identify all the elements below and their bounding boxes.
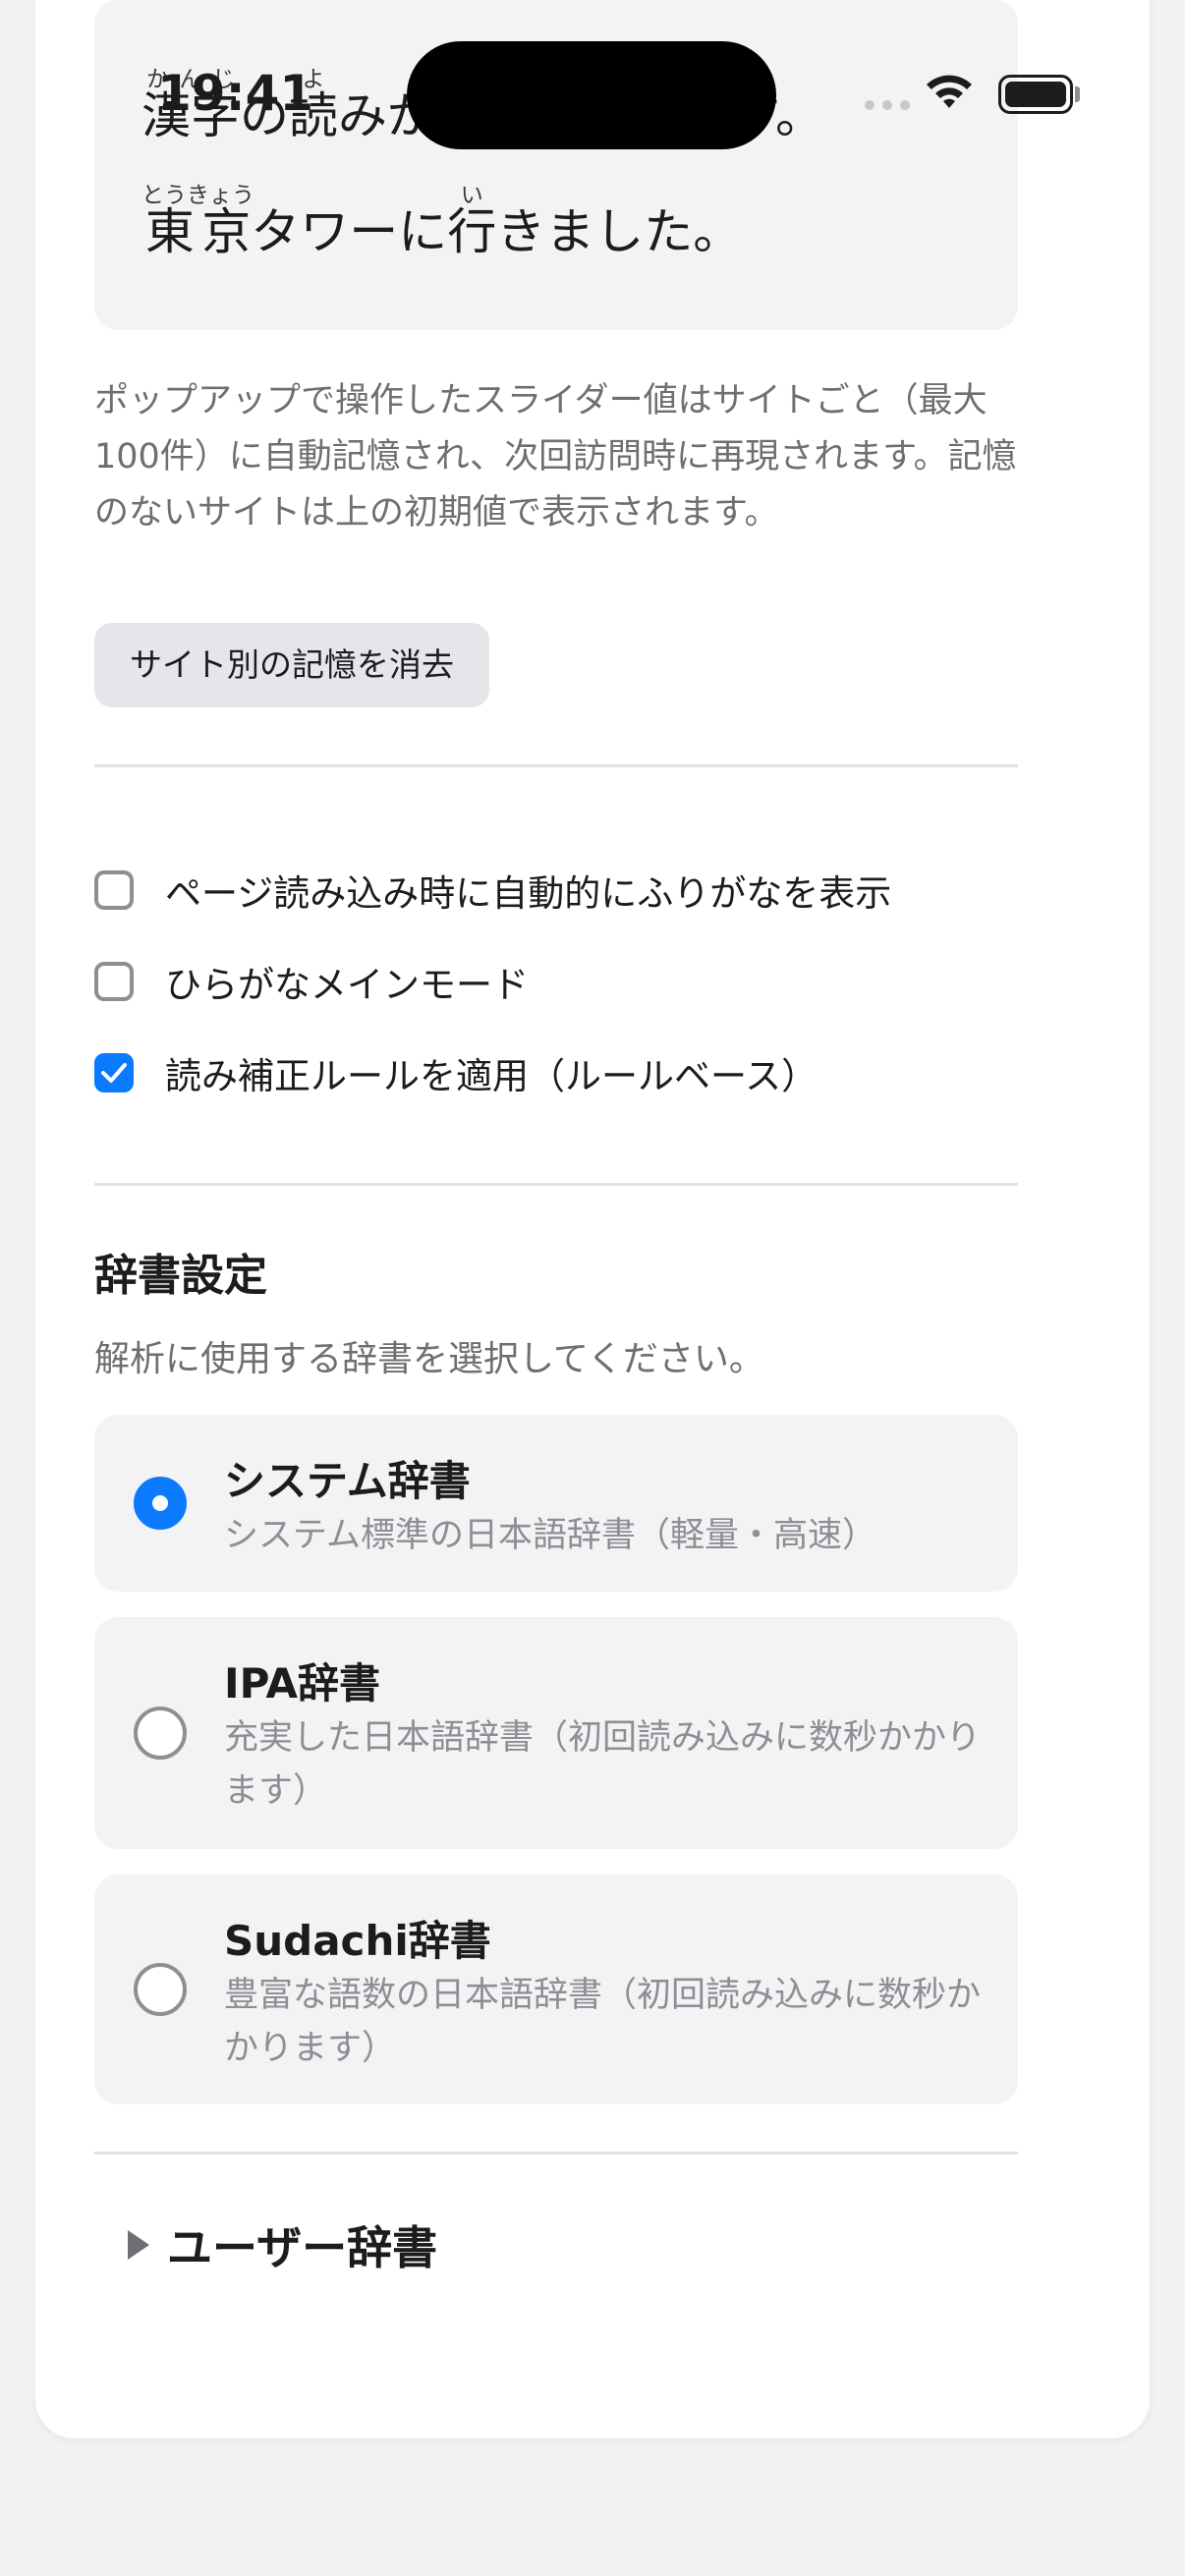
- wifi-icon: [927, 75, 972, 108]
- option-label: ひらがなメインモード: [165, 964, 529, 1006]
- dictionary-section-description: 解析に使用する辞書を選択してください。: [94, 1339, 764, 1379]
- status-time: 19:41: [157, 65, 314, 122]
- option-auto-furigana[interactable]: ページ読み込み時に自動的にふりがなを表示: [94, 867, 892, 915]
- battery-cap: [1075, 86, 1080, 102]
- radio-sudachi-dictionary[interactable]: [134, 1963, 187, 2016]
- preview-line-2: 東京とうきょうタワーに行いきました。: [141, 183, 743, 260]
- dynamic-island: [407, 41, 776, 149]
- clear-site-memory-button[interactable]: サイト別の記憶を消去: [94, 623, 489, 707]
- dictionary-description: 豊富な語数の日本語辞書（初回読み込みに数秒かかります）: [224, 1976, 982, 2068]
- divider: [94, 2152, 1018, 2155]
- battery-icon: [998, 75, 1073, 114]
- checkbox-reading-correction[interactable]: [94, 1053, 134, 1092]
- option-label: ページ読み込み時に自動的にふりがなを表示: [165, 872, 892, 915]
- option-hiragana-main[interactable]: ひらがなメインモード: [94, 958, 529, 1006]
- divider: [94, 1183, 1018, 1186]
- dictionary-name: Sudachi辞書: [224, 1917, 491, 1965]
- radio-ipa-dictionary[interactable]: [134, 1707, 187, 1760]
- preview-ruby-3: 東京とうきょう: [141, 183, 254, 260]
- dictionary-description: システム標準の日本語辞書（軽量・高速）: [224, 1516, 876, 1555]
- user-dictionary-toggle[interactable]: ユーザー辞書: [128, 2212, 437, 2277]
- dictionary-section-title: 辞書設定: [94, 1251, 267, 1301]
- checkbox-auto-furigana[interactable]: [94, 870, 134, 910]
- checkmark-icon: [101, 1063, 127, 1083]
- dictionary-description: 充実した日本語辞書（初回読み込みに数秒かかります）: [224, 1718, 982, 1811]
- dictionary-option-ipa[interactable]: IPA辞書 充実した日本語辞書（初回読み込みに数秒かかります）: [94, 1617, 1018, 1849]
- more-dots-icon: [865, 100, 910, 110]
- radio-system-dictionary[interactable]: [134, 1477, 187, 1530]
- dictionary-name: システム辞書: [224, 1457, 471, 1505]
- site-memory-note: ポップアップで操作したスライダー値はサイトごと（最大100件）に自動記憶され、次…: [94, 381, 1017, 532]
- preview-ruby-4: 行い: [447, 183, 497, 260]
- dictionary-name: IPA辞書: [224, 1659, 381, 1708]
- dictionary-option-sudachi[interactable]: Sudachi辞書 豊富な語数の日本語辞書（初回読み込みに数秒かかります）: [94, 1875, 1018, 2104]
- dictionary-option-system[interactable]: システム辞書 システム標準の日本語辞書（軽量・高速）: [94, 1415, 1018, 1592]
- disclosure-triangle-icon: [128, 2230, 149, 2260]
- checkbox-hiragana-main[interactable]: [94, 962, 134, 1001]
- divider: [94, 764, 1018, 767]
- user-dictionary-label: ユーザー辞書: [167, 2221, 438, 2274]
- option-label: 読み補正ルールを適用（ルールベース）: [165, 1055, 818, 1097]
- option-reading-correction[interactable]: 読み補正ルールを適用（ルールベース）: [94, 1049, 818, 1097]
